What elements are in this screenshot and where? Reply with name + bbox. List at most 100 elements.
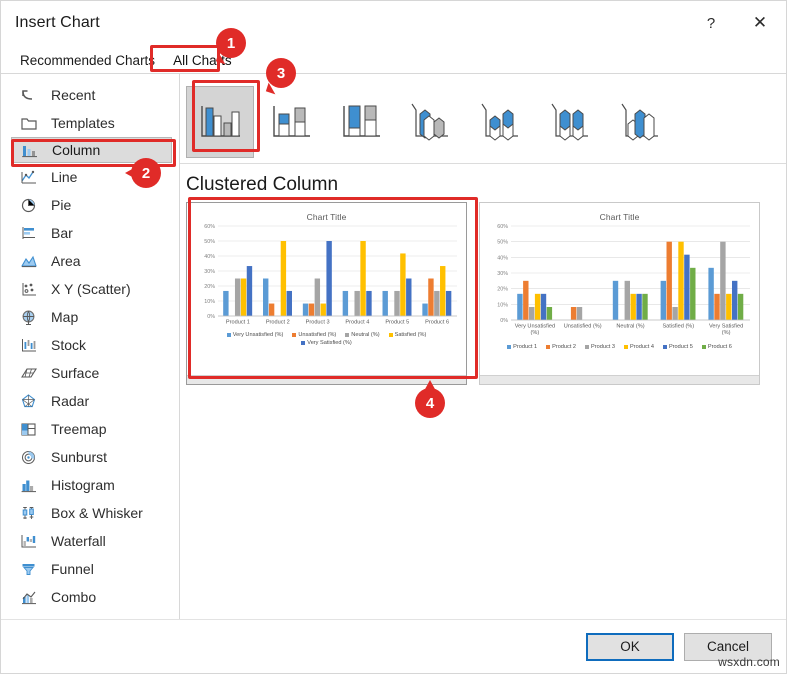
svg-text:Satisfied (%): Satisfied (%) xyxy=(662,324,694,330)
category-item-sunburst[interactable]: Sunburst xyxy=(1,443,179,471)
category-item-histogram[interactable]: Histogram xyxy=(1,471,179,499)
legend-item: Very Satisfied (%) xyxy=(301,340,352,346)
category-item-surface[interactable]: Surface xyxy=(1,359,179,387)
category-item-funnel[interactable]: Funnel xyxy=(1,555,179,583)
category-label: Templates xyxy=(51,115,115,131)
category-label: X Y (Scatter) xyxy=(51,281,131,297)
category-label: Histogram xyxy=(51,477,115,493)
legend-label: Product 2 xyxy=(552,344,577,350)
svg-text:20%: 20% xyxy=(497,287,508,293)
svg-text:0%: 0% xyxy=(207,314,215,320)
chart-preview-1[interactable]: Chart Title 0% 10% 20% 30% 40% 50% 60% Product … xyxy=(186,202,467,385)
ok-button[interactable]: OK xyxy=(586,632,674,661)
subtype-3d-100-percent-stacked-column[interactable] xyxy=(536,85,604,158)
chart-preview-1-footer xyxy=(187,375,466,384)
svg-text:Neutral (%): Neutral (%) xyxy=(616,324,644,330)
category-item-radar[interactable]: Radar xyxy=(1,387,179,415)
close-icon[interactable]: ✕ xyxy=(734,1,786,45)
category-label: Area xyxy=(51,253,81,269)
legend-label: Product 1 xyxy=(513,344,538,350)
help-icon[interactable]: ? xyxy=(688,1,734,45)
legend-label: Product 4 xyxy=(630,344,654,350)
category-item-templates[interactable]: Templates xyxy=(1,109,179,137)
category-item-area[interactable]: Area xyxy=(1,247,179,275)
category-label: Stock xyxy=(51,337,87,353)
tab-all-charts[interactable]: All Charts xyxy=(164,51,241,73)
legend-label: Product 6 xyxy=(707,344,732,350)
subtype-clustered-column[interactable] xyxy=(186,85,254,158)
box-whisker-icon xyxy=(19,504,39,522)
bar-chart-icon xyxy=(19,224,39,242)
category-label: Surface xyxy=(51,365,100,381)
subtype-3d-stacked-column[interactable] xyxy=(466,85,534,158)
chart-subtype-strip[interactable] xyxy=(180,74,786,164)
watermark: wsxdn.com xyxy=(718,655,780,669)
category-item-waterfall[interactable]: Waterfall xyxy=(1,527,179,555)
svg-text:30%: 30% xyxy=(497,271,508,277)
tab-recommended-charts[interactable]: Recommended Charts xyxy=(11,51,164,73)
category-label: Map xyxy=(51,309,79,325)
category-item-treemap[interactable]: Treemap xyxy=(1,415,179,443)
legend-swatch-icon xyxy=(388,333,393,337)
funnel-icon xyxy=(19,560,39,578)
category-item-map[interactable]: Map xyxy=(1,303,179,331)
legend-swatch-icon xyxy=(546,345,551,349)
category-item-stock[interactable]: Stock xyxy=(1,331,179,359)
subtype-100-percent-stacked-column[interactable] xyxy=(326,85,394,158)
svg-text:Product 5: Product 5 xyxy=(385,320,409,326)
svg-text:Unsatisfied (%): Unsatisfied (%) xyxy=(564,324,602,330)
chart-2-title: Chart Title xyxy=(599,212,640,222)
legend-swatch-icon xyxy=(585,345,590,349)
svg-text:Product 3: Product 3 xyxy=(306,320,330,326)
chart-preview-1-canvas: Chart Title 0% 10% 20% 30% 40% 50% 60% Product … xyxy=(192,208,461,370)
legend-label: Satisfied (%) xyxy=(394,332,427,338)
folder-icon xyxy=(19,114,39,132)
undo-arrow-icon xyxy=(19,86,39,104)
svg-text:60%: 60% xyxy=(204,224,215,230)
svg-text:(%): (%) xyxy=(722,330,731,336)
category-item-bar[interactable]: Bar xyxy=(1,219,179,247)
svg-text:Product 4: Product 4 xyxy=(345,320,369,326)
subtype-3d-column[interactable] xyxy=(606,85,674,158)
title-bar: Insert Chart ? ✕ xyxy=(1,1,786,45)
category-item-column[interactable]: Column xyxy=(11,137,172,163)
chart-2-legend: Product 1 Product 2 Product 3 Product 4 Prod… xyxy=(485,342,754,350)
waterfall-icon xyxy=(19,532,39,550)
legend-item: Satisfied (%) xyxy=(388,332,427,338)
category-label: Radar xyxy=(51,393,90,409)
chart-preview-row: Chart Title 0% 10% 20% 30% 40% 50% 60% Product … xyxy=(180,202,786,619)
legend-swatch-icon xyxy=(345,333,350,337)
treemap-icon xyxy=(19,420,39,438)
svg-text:60%: 60% xyxy=(497,224,508,230)
chart-preview-2[interactable]: Chart Title 0% 10% 20% 30% 40% 50% 60% Very Uns… xyxy=(479,202,760,385)
legend-label: Product 5 xyxy=(668,344,693,350)
subtype-3d-clustered-column[interactable] xyxy=(396,85,464,158)
chart-category-list[interactable]: Recent Templates Column Line Pie Bar Area X Y (… xyxy=(1,74,180,619)
svg-text:Very Satisfied: Very Satisfied xyxy=(709,324,743,330)
legend-item: Unsatisfied (%) xyxy=(292,332,336,338)
histogram-icon xyxy=(19,476,39,494)
legend-swatch-icon xyxy=(292,333,297,337)
legend-swatch-icon xyxy=(662,345,667,349)
svg-text:Very Unsatisfied: Very Unsatisfied xyxy=(515,324,555,330)
legend-swatch-icon xyxy=(507,345,512,349)
svg-text:50%: 50% xyxy=(497,240,508,246)
legend-item: Neutral (%) xyxy=(345,332,380,338)
category-item-recent[interactable]: Recent xyxy=(1,81,179,109)
category-item-pie[interactable]: Pie xyxy=(1,191,179,219)
category-item-combo[interactable]: Combo xyxy=(1,583,179,611)
subtype-stacked-column[interactable] xyxy=(256,85,324,158)
svg-text:50%: 50% xyxy=(204,239,215,245)
svg-text:0%: 0% xyxy=(500,318,508,324)
category-item-box-whisker[interactable]: Box & Whisker xyxy=(1,499,179,527)
sunburst-icon xyxy=(19,448,39,466)
legend-item: Product 6 xyxy=(701,344,732,350)
chart-preview-2-footer xyxy=(480,375,759,384)
svg-text:40%: 40% xyxy=(497,255,508,261)
legend-item: Product 2 xyxy=(546,344,576,350)
category-label: Line xyxy=(51,169,78,185)
chart-1-title: Chart Title xyxy=(306,212,347,222)
category-label: Combo xyxy=(51,589,97,605)
category-item-line[interactable]: Line xyxy=(1,163,179,191)
category-item-x-y-scatter[interactable]: X Y (Scatter) xyxy=(1,275,179,303)
